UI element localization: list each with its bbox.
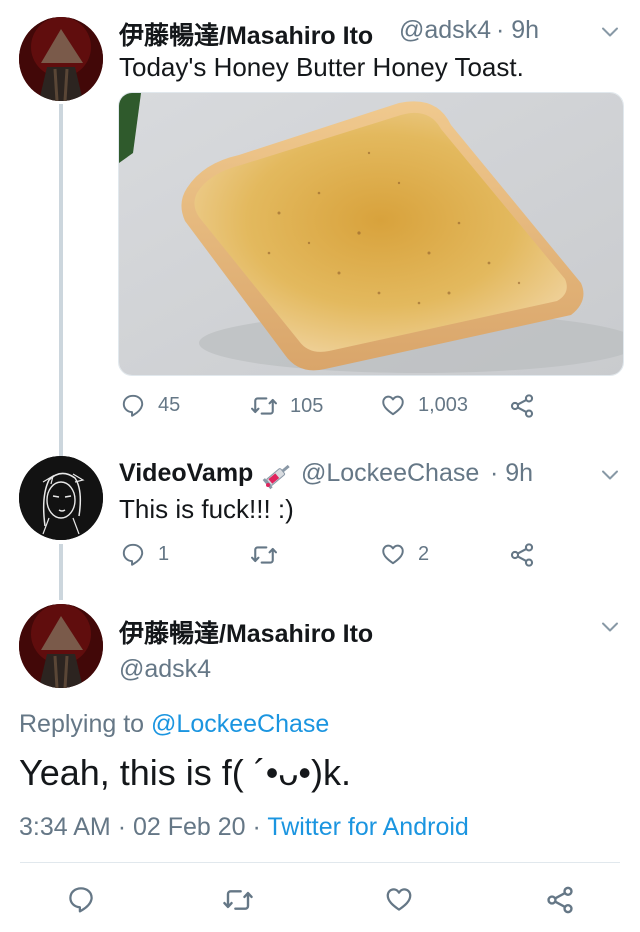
- retweet-icon: [250, 392, 278, 420]
- share-button[interactable]: [508, 541, 536, 569]
- avatar[interactable]: [19, 17, 103, 101]
- like-button[interactable]: 1,003: [380, 392, 468, 418]
- thread-line: [59, 104, 63, 456]
- reply-count: 1: [158, 542, 170, 565]
- display-name[interactable]: VideoVamp: [119, 459, 253, 488]
- handle[interactable]: @adsk4: [399, 16, 491, 45]
- share-icon: [508, 392, 536, 420]
- like-count: 2: [418, 542, 430, 565]
- divider: [20, 862, 620, 863]
- thread-line: [59, 544, 63, 600]
- like-icon: [384, 884, 414, 914]
- replying-to-link[interactable]: @LockeeChase: [151, 710, 329, 738]
- chevron-down-icon[interactable]: [598, 463, 622, 492]
- tweet-meta: 3:34 AM · 02 Feb 20 · Twitter for Androi…: [19, 813, 469, 842]
- time: 3:34 AM: [19, 813, 111, 841]
- handle[interactable]: @LockeeChase: [301, 459, 479, 488]
- retweet-count: 105: [290, 394, 324, 417]
- like-count: 1,003: [418, 393, 469, 416]
- toast-image: [119, 93, 623, 375]
- reply-icon: [66, 884, 96, 914]
- chevron-down-icon[interactable]: [598, 615, 622, 644]
- reply-button[interactable]: [66, 884, 96, 914]
- tweet-photo[interactable]: [118, 92, 624, 376]
- retweet-button[interactable]: [250, 541, 290, 569]
- chevron-down-icon[interactable]: [598, 20, 622, 49]
- timestamp[interactable]: · 9h: [496, 16, 539, 45]
- reply-icon: [120, 541, 146, 567]
- retweet-icon: [222, 884, 254, 916]
- share-button[interactable]: [544, 884, 576, 916]
- syringe-emoji-icon: [262, 460, 294, 495]
- tweet-text: This is fuck!!! :): [119, 494, 294, 524]
- source-link[interactable]: Twitter for Android: [267, 813, 468, 841]
- reply-icon: [120, 392, 146, 418]
- share-icon: [544, 884, 576, 916]
- date: · 02 Feb 20 ·: [117, 813, 261, 841]
- display-name[interactable]: 伊藤暢達/Masahiro Ito: [119, 614, 373, 650]
- tweet-text: Today's Honey Butter Honey Toast.: [119, 52, 524, 82]
- retweet-button[interactable]: 105: [250, 392, 323, 420]
- reply-count: 45: [158, 393, 181, 416]
- retweet-icon: [250, 541, 278, 569]
- like-icon: [380, 541, 406, 567]
- avatar[interactable]: [19, 604, 103, 688]
- replying-prefix: Replying to: [19, 710, 145, 738]
- reply-button[interactable]: 45: [120, 392, 180, 418]
- like-button[interactable]: [384, 884, 414, 914]
- retweet-button[interactable]: [222, 884, 254, 916]
- like-button[interactable]: 2: [380, 541, 429, 567]
- timestamp[interactable]: · 9h: [490, 459, 533, 488]
- reply-button[interactable]: 1: [120, 541, 169, 567]
- avatar[interactable]: [19, 456, 103, 540]
- display-name[interactable]: 伊藤暢達/Masahiro Ito: [119, 16, 373, 52]
- tweet-text: Yeah, this is f( ´•ᴗ•)k.: [19, 752, 351, 793]
- handle[interactable]: @adsk4: [119, 655, 211, 684]
- share-button[interactable]: [508, 392, 536, 420]
- like-icon: [380, 392, 406, 418]
- replying-to: Replying to @LockeeChase: [19, 710, 329, 739]
- share-icon: [508, 541, 536, 569]
